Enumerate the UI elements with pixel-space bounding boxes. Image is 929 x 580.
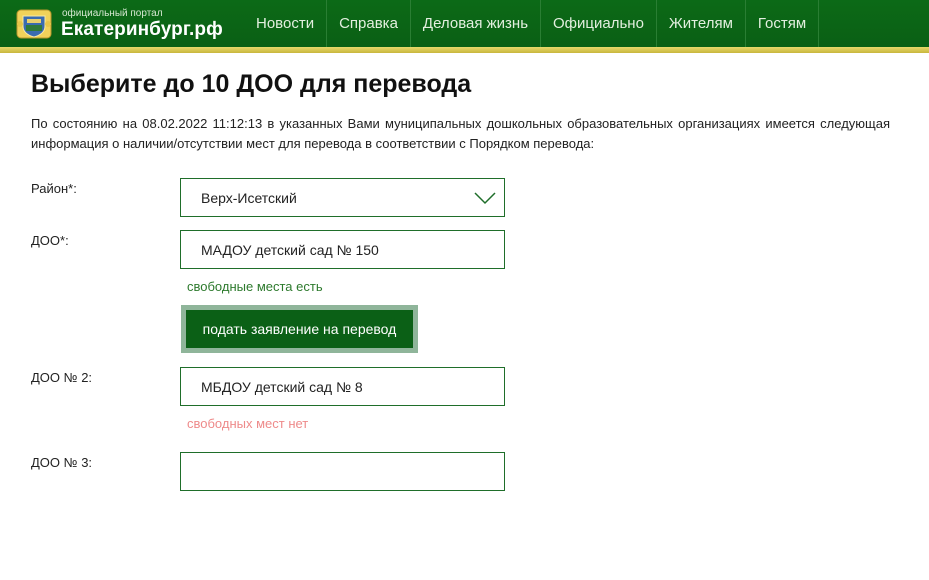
doo1-field[interactable]: МАДОУ детский сад № 150 (180, 230, 505, 269)
chevron-down-icon (474, 192, 496, 205)
district-label: Район*: (31, 181, 77, 196)
portal-name[interactable]: Екатеринбург.рф (61, 19, 223, 41)
main-nav: Новости Справка Деловая жизнь Официально… (244, 0, 820, 47)
page-title: Выберите до 10 ДОО для перевода (31, 70, 472, 98)
site-header: официальный портал Екатеринбург.рф Новос… (0, 0, 929, 53)
doo3-field[interactable] (180, 452, 505, 491)
district-value: Верх-Исетский (201, 189, 297, 206)
submit-button-frame: подать заявление на перевод (181, 305, 418, 353)
doo1-status: свободные места есть (187, 279, 323, 294)
nav-item-residents[interactable]: Жителям (657, 0, 746, 47)
portal-caption: официальный портал (62, 8, 163, 19)
intro-text: По состоянию на 08.02.2022 11:12:13 в ук… (31, 116, 890, 151)
doo2-value: МБДОУ детский сад № 8 (201, 378, 363, 395)
doo3-label: ДОО № 3: (31, 455, 93, 470)
doo1-label: ДОО*: (31, 233, 69, 248)
doo2-label: ДОО № 2: (31, 370, 93, 385)
nav-item-guests[interactable]: Гостям (746, 0, 820, 47)
doo1-value: МАДОУ детский сад № 150 (201, 241, 379, 258)
nav-item-business[interactable]: Деловая жизнь (411, 0, 542, 47)
submit-transfer-button[interactable]: подать заявление на перевод (186, 310, 413, 348)
doo2-field[interactable]: МБДОУ детский сад № 8 (180, 367, 505, 406)
nav-item-official[interactable]: Официально (541, 0, 657, 47)
nav-item-reference[interactable]: Справка (327, 0, 411, 47)
coat-of-arms-icon[interactable] (14, 6, 54, 42)
doo2-status: свободных мест нет (187, 416, 309, 431)
header-accent-stripe (0, 47, 929, 53)
nav-item-news[interactable]: Новости (244, 0, 328, 47)
district-select[interactable]: Верх-Исетский (180, 178, 505, 217)
